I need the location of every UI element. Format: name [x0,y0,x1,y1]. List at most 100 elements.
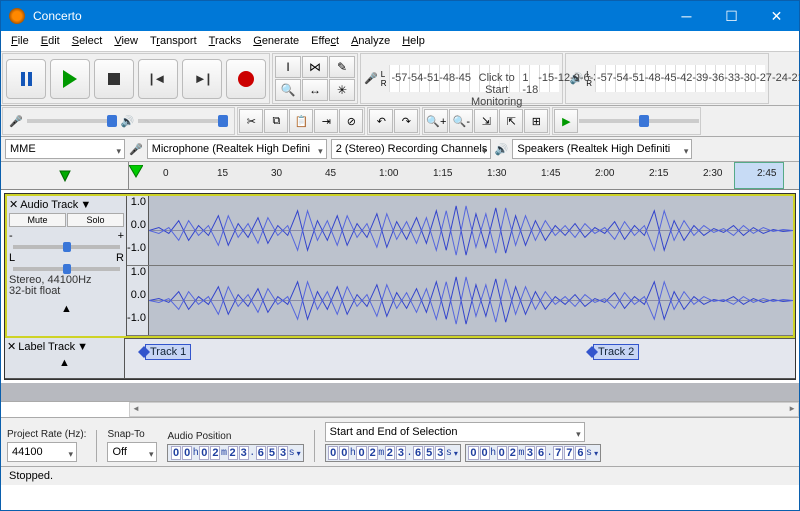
transport-toolbar: |◄ ►| [2,53,270,104]
track-name[interactable]: Label Track [18,341,75,353]
waveform-right[interactable]: 1.00.0-1.0 [127,266,793,336]
menu-transport[interactable]: Transport [144,33,203,49]
audio-track: ✕ Audio Track ▼ Mute Solo -+ LR Stereo, … [5,194,795,338]
speed-slider[interactable] [579,119,699,123]
input-device-combo[interactable]: Microphone (Realtek High Defini [147,139,327,159]
menu-file[interactable]: File [5,33,35,49]
skip-start-button[interactable]: |◄ [138,59,178,99]
pan-l: L [9,252,15,264]
pause-button[interactable] [6,59,46,99]
selection-mode-combo[interactable]: Start and End of Selection [325,422,585,442]
play-at-speed-icon[interactable]: ▶ [554,109,578,133]
timeline-tick: 1:00 [379,168,398,179]
menu-view[interactable]: View [108,33,144,49]
menu-tracks[interactable]: Tracks [203,33,248,49]
playhead-icon[interactable] [129,165,143,182]
snap-to-label: Snap-To [107,429,157,440]
skip-end-button[interactable]: ►| [182,59,222,99]
menu-analyze[interactable]: Analyze [345,33,396,49]
minimize-button[interactable]: ─ [664,1,709,31]
speaker-icon: 🔊 [495,143,509,156]
multi-tool-icon[interactable]: ✳ [329,79,355,101]
stop-button[interactable] [94,59,134,99]
tools-toolbar: I ⋈ ✎ 🔍 ↔ ✳ [272,53,358,104]
record-meter[interactable]: 🎤 LR -57-54-51-48-45Click to Start Monit… [360,53,563,104]
output-device-combo[interactable]: Speakers (Realtek High Definiti [512,139,692,159]
paste-icon[interactable]: 📋 [289,109,313,133]
selection-start-field[interactable]: 00h02m23.653s▾ [325,444,461,462]
draw-tool-icon[interactable]: ✎ [329,56,355,78]
playatspeed-toolbar: ▶ [552,107,701,135]
zoom-out-icon[interactable]: 🔍- [449,109,473,133]
fit-project-icon[interactable]: ⇱ [499,109,523,133]
project-rate-label: Project Rate (Hz): [7,429,86,440]
mute-button[interactable]: Mute [9,213,66,227]
selection-end-field[interactable]: 00h02m36.776s▾ [465,444,601,462]
track-close-icon[interactable]: ✕ [9,198,18,211]
pin-icon[interactable] [58,169,72,183]
menu-effect[interactable]: Effect [305,33,345,49]
timeline-ruler[interactable]: -1501530451:001:151:301:452:002:152:302:… [129,162,799,189]
undo-icon[interactable]: ↶ [369,109,393,133]
maximize-button[interactable]: ☐ [709,1,754,31]
label-marker[interactable]: Track 2 [593,344,639,360]
collapse-icon[interactable]: ▲ [7,357,122,369]
playback-volume-slider[interactable] [138,119,228,123]
scrollbar-track[interactable] [129,402,799,417]
label-track-area[interactable]: Track 1 Track 2 [125,338,795,378]
trim-icon[interactable]: ⇥ [314,109,338,133]
record-button[interactable] [226,59,266,99]
timeline-tick: 1:30 [487,168,506,179]
collapse-icon[interactable]: ▲ [9,303,124,315]
track-menu-icon[interactable]: ▼ [77,341,88,353]
toolbars: |◄ ►| I ⋈ ✎ 🔍 ↔ ✳ 🎤 LR -57-54-51-48-45Cl… [1,52,799,106]
pan-slider[interactable] [13,267,120,271]
project-rate-combo[interactable]: 44100 [7,442,77,462]
zoom-toggle-icon[interactable]: ⊞ [524,109,548,133]
redo-icon[interactable]: ↷ [394,109,418,133]
zoom-in-icon[interactable]: 🔍+ [424,109,448,133]
fit-selection-icon[interactable]: ⇲ [474,109,498,133]
timeline-tick: 0 [163,168,169,179]
menu-help[interactable]: Help [396,33,431,49]
horizontal-scrollbar[interactable] [1,401,799,417]
mic-icon: 🎤 [9,115,23,128]
record-volume-slider[interactable] [27,119,117,123]
snap-to-combo[interactable]: Off [107,442,157,462]
label-marker[interactable]: Track 1 [145,344,191,360]
audio-position-field[interactable]: 00h02m23.653s▾ [167,444,303,462]
close-button[interactable]: ✕ [754,1,799,31]
timeshift-tool-icon[interactable]: ↔ [302,79,328,101]
envelope-tool-icon[interactable]: ⋈ [302,56,328,78]
record-meter-bar[interactable]: -57-54-51-48-45Click to Start Monitoring… [389,65,559,92]
audio-waveform[interactable]: 1.00.0-1.0 1.00.0-1.0 [127,196,793,336]
cut-icon[interactable]: ✂ [239,109,263,133]
pan-r: R [116,252,124,264]
play-button[interactable] [50,59,90,99]
waveform-left[interactable]: 1.00.0-1.0 [127,196,793,266]
gain-plus: + [118,230,124,242]
audio-host-combo[interactable]: MME [5,139,125,159]
label-text[interactable]: Track 1 [145,344,191,360]
menu-generate[interactable]: Generate [247,33,305,49]
label-track-panel: ✕ Label Track ▼ ▲ [5,338,125,378]
track-name[interactable]: Audio Track [20,199,78,211]
amplitude-scale: 1.00.0-1.0 [127,266,149,335]
silence-icon[interactable]: ⊘ [339,109,363,133]
tracks-area: ✕ Audio Track ▼ Mute Solo -+ LR Stereo, … [4,193,796,380]
track-menu-icon[interactable]: ▼ [80,199,91,211]
selection-tool-icon[interactable]: I [275,56,301,78]
timeline-head[interactable] [1,162,129,189]
menu-select[interactable]: Select [66,33,109,49]
track-close-icon[interactable]: ✕ [7,340,16,353]
copy-icon[interactable]: ⧉ [264,109,288,133]
menu-edit[interactable]: Edit [35,33,66,49]
audio-position-label: Audio Position [167,431,303,442]
channels-combo[interactable]: 2 (Stereo) Recording Channels [331,139,491,159]
gain-slider[interactable] [13,245,120,249]
device-toolbar: MME 🎤 Microphone (Realtek High Defini 2 … [1,137,799,162]
play-meter-bar[interactable]: -57-54-51-48-45-42-39-36-33-30-27-24-21-… [595,65,765,92]
zoom-tool-icon[interactable]: 🔍 [275,79,301,101]
solo-button[interactable]: Solo [67,213,124,227]
label-text[interactable]: Track 2 [593,344,639,360]
